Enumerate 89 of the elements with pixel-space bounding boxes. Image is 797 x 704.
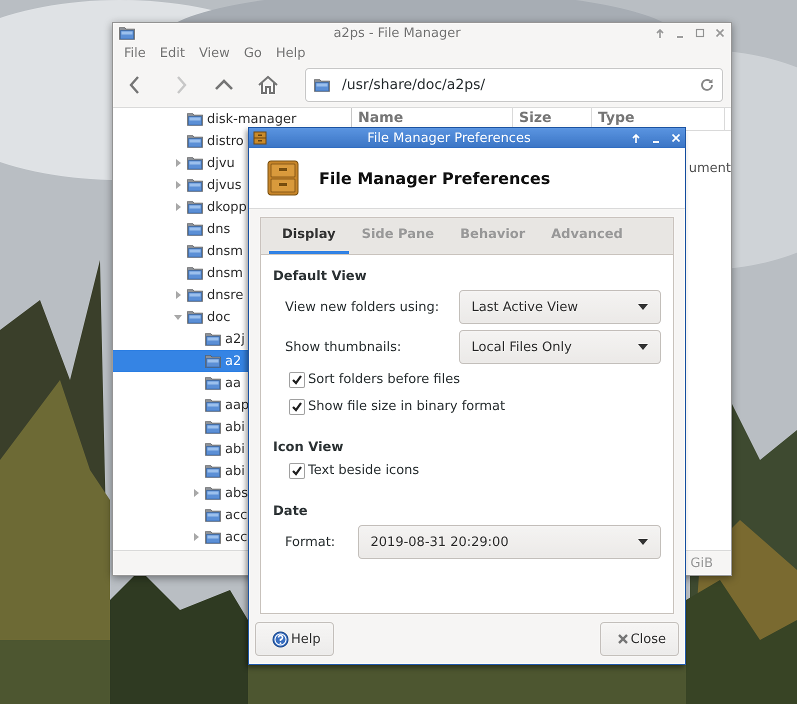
menu-item[interactable]: File	[119, 46, 151, 60]
cabinet-icon	[265, 159, 301, 197]
folder-icon	[205, 530, 221, 544]
folder-icon	[205, 464, 221, 478]
folder-name: distro	[207, 134, 244, 148]
folder-icon	[187, 156, 203, 170]
folder-icon	[205, 354, 221, 368]
checkbox-label: Sort folders before files	[308, 372, 460, 387]
folder-icon	[187, 178, 203, 192]
folder-icon	[205, 486, 221, 500]
folder-name: a2	[225, 354, 242, 368]
help-icon	[272, 630, 289, 648]
checkbox[interactable]	[289, 372, 305, 388]
folder-icon	[187, 112, 203, 126]
expander-icon[interactable]	[173, 202, 183, 212]
folder-name: doc	[207, 310, 230, 324]
folder-name: abi	[225, 420, 245, 434]
window-title: a2ps - File Manager	[332, 26, 462, 40]
folder-name: djvus	[207, 178, 242, 192]
dialog-heading: File Manager Preferences	[319, 168, 550, 188]
dropdown[interactable]: Last Active View	[458, 290, 661, 324]
folder-name: abs	[225, 486, 248, 500]
checkbox[interactable]	[289, 398, 305, 414]
expander-icon[interactable]	[173, 290, 183, 300]
folder-icon	[187, 134, 203, 148]
tab[interactable]: Display	[269, 218, 349, 254]
close-icon	[616, 633, 629, 645]
reload-icon[interactable]	[700, 78, 714, 92]
status-text: GiB	[690, 556, 713, 570]
folder-name: abi	[225, 464, 245, 478]
folder-name: dkopp	[207, 200, 247, 214]
menu-item[interactable]: View	[194, 46, 235, 60]
checkbox[interactable]	[289, 462, 305, 478]
folder-icon	[205, 376, 221, 390]
menu-item[interactable]: Go	[238, 46, 267, 60]
folder-name: dnsm	[207, 244, 243, 258]
dropdown[interactable]: Local Files Only	[458, 330, 661, 364]
folder-icon	[205, 420, 221, 434]
tree-row[interactable]: disk-manager	[113, 108, 351, 130]
folder-icon	[187, 266, 203, 280]
location-field[interactable]: /usr/share/doc/a2ps/	[305, 68, 723, 102]
field-label: Format:	[285, 534, 336, 550]
dropdown-arrow-icon	[638, 344, 648, 350]
folder-name: aap	[225, 398, 250, 412]
menu-item[interactable]: Edit	[154, 46, 190, 60]
dropdown[interactable]: 2019-08-31 20:29:00	[358, 525, 661, 559]
folder-icon	[205, 398, 221, 412]
section-heading: Icon View	[273, 440, 344, 455]
folder-name: a2j	[225, 332, 245, 346]
help-button[interactable]: Help	[255, 622, 334, 656]
section-heading: Date	[273, 504, 309, 519]
menu-item[interactable]: Help	[270, 46, 310, 60]
expander-icon[interactable]	[191, 532, 201, 542]
folder-icon	[205, 508, 221, 522]
table-cell: ument	[688, 161, 731, 176]
folder-name: dnsre	[207, 288, 244, 302]
folder-icon	[187, 288, 203, 302]
home-icon[interactable]	[257, 74, 279, 96]
folder-icon	[187, 244, 203, 258]
dropdown-arrow-icon	[638, 539, 648, 545]
raise-icon[interactable]	[655, 28, 665, 38]
folder-name: dnsm	[207, 266, 243, 280]
folder-name: aa	[225, 376, 241, 390]
expander-icon[interactable]	[191, 488, 201, 498]
folder-name: disk-manager	[207, 112, 296, 126]
folder-icon	[205, 332, 221, 346]
field-label: View new folders using:	[285, 300, 440, 314]
folder-name: abi	[225, 442, 245, 456]
folder-icon	[187, 200, 203, 214]
dropdown-arrow-icon	[638, 304, 648, 310]
folder-name: acc	[225, 508, 248, 522]
maximize-icon[interactable]	[695, 28, 705, 38]
folder-icon	[314, 78, 330, 92]
folder-name: djvu	[207, 156, 235, 170]
folder-icon	[205, 442, 221, 456]
close-button[interactable]: Close	[600, 622, 679, 656]
checkbox-label: Text beside icons	[308, 463, 420, 478]
section-heading: Default View	[273, 269, 368, 284]
folder-icon	[119, 26, 135, 40]
folder-icon	[187, 222, 203, 236]
cabinet-icon	[253, 131, 267, 145]
expander-icon[interactable]	[173, 158, 183, 168]
folder-icon	[187, 310, 203, 324]
close-icon[interactable]	[715, 28, 725, 38]
checkbox-label: Show file size in binary format	[308, 399, 506, 414]
folder-name: dns	[207, 222, 230, 236]
folder-name: acc	[225, 530, 248, 544]
dialog-title: File Manager Preferences	[366, 130, 532, 146]
expander-icon[interactable]	[173, 312, 183, 322]
